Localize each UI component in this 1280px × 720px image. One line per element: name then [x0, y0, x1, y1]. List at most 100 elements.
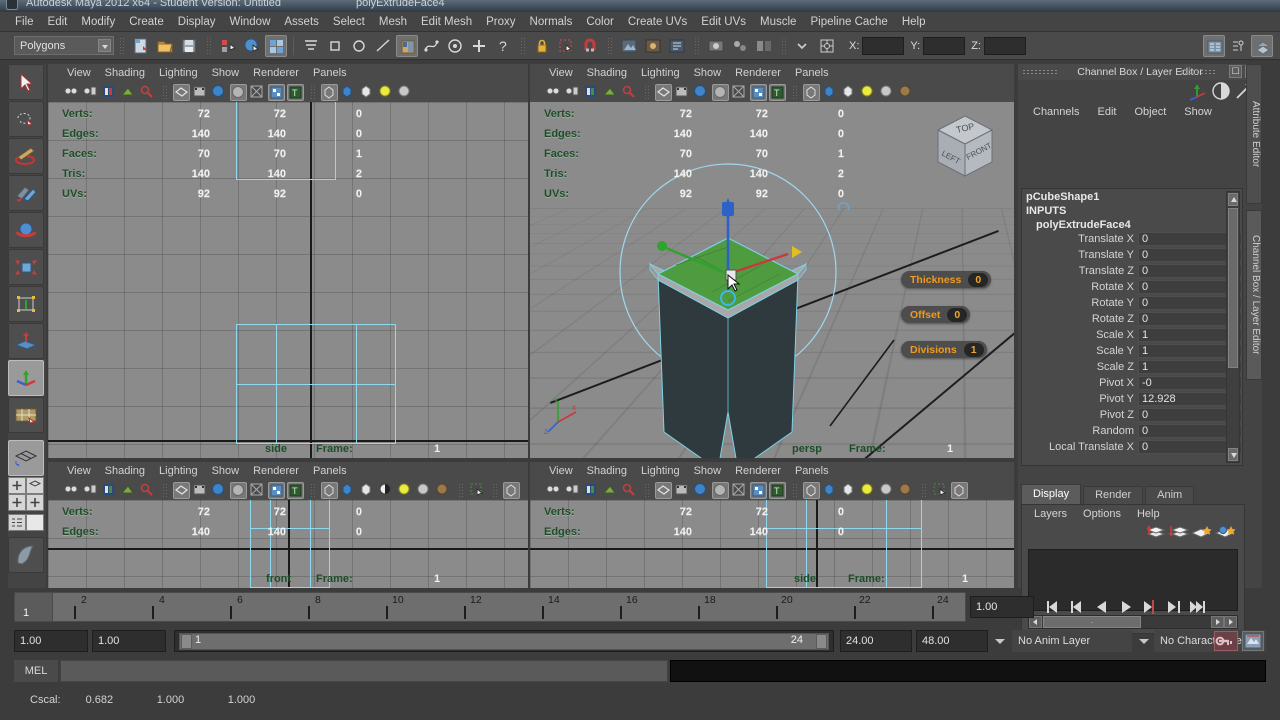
menu-normals[interactable]: Normals	[523, 13, 580, 31]
grid-toggle-icon[interactable]	[655, 481, 672, 499]
construction-plane-icon[interactable]	[396, 34, 418, 57]
wireframe-on-shaded-icon[interactable]	[230, 83, 247, 101]
isolate-select-2-icon[interactable]	[503, 481, 520, 499]
menu-edit[interactable]: Edit	[41, 13, 75, 31]
text-display-icon[interactable]: T	[287, 481, 304, 499]
render-view-icon[interactable]	[705, 35, 727, 57]
show-polygons-icon[interactable]	[822, 84, 839, 101]
text-display-icon[interactable]: T	[769, 83, 786, 101]
two-d-pan-zoom-icon[interactable]	[139, 482, 156, 499]
shadows-icon[interactable]	[898, 482, 915, 499]
shadows-icon[interactable]	[435, 482, 452, 499]
film-gate-icon[interactable]	[674, 84, 691, 101]
isolate-select-2-icon[interactable]	[951, 481, 968, 499]
smooth-shade-all-icon[interactable]	[211, 482, 228, 499]
xray-icon[interactable]	[249, 482, 266, 499]
ipr-render-icon[interactable]	[642, 35, 664, 57]
time-slider[interactable]: 1 2 4 6 8 10 12 14 16 18 20 22 24	[14, 592, 966, 622]
panel-menu-show[interactable]: Show	[687, 465, 729, 477]
create-empty-layer-icon[interactable]	[1190, 523, 1214, 541]
open-scene-icon[interactable]	[154, 35, 176, 57]
panel-menu-view[interactable]: View	[542, 67, 580, 79]
menu-modify[interactable]: Modify	[74, 13, 122, 31]
layer-menu-help[interactable]: Help	[1129, 508, 1168, 520]
range-handle-left[interactable]	[181, 634, 192, 649]
xray-icon[interactable]	[249, 84, 266, 101]
smooth-shade-all-icon[interactable]	[693, 482, 710, 499]
panel-grip[interactable]	[1180, 69, 1216, 75]
texture-display-icon[interactable]	[268, 83, 285, 101]
manip-divisions[interactable]: Divisions 1	[901, 341, 987, 358]
select-camera-icon[interactable]	[545, 482, 562, 499]
snap-to-planes-icon[interactable]	[372, 35, 394, 57]
panel-menu-view[interactable]: View	[60, 67, 98, 79]
select-marquee-icon[interactable]	[932, 482, 949, 499]
bookmark-icon[interactable]	[101, 84, 118, 101]
viewport-front[interactable]: View Shading Lighting Show Renderer Pane…	[48, 462, 528, 588]
wireframe-on-shaded-icon[interactable]	[712, 481, 729, 499]
snap-to-grids-icon[interactable]	[300, 35, 322, 57]
show-tool-settings-icon[interactable]	[1227, 35, 1249, 57]
render-settings-icon[interactable]	[666, 35, 688, 57]
channel-box-list[interactable]: pCubeShape1 INPUTS polyExtrudeFace4 Tran…	[1021, 188, 1243, 466]
xray-icon[interactable]	[731, 84, 748, 101]
viewport-canvas-front[interactable]: Verts: 72 72 0 Edges: 140 140 0 front Fr…	[48, 500, 528, 588]
tab-anim[interactable]: Anim	[1145, 486, 1195, 504]
camera-attributes-icon[interactable]	[82, 84, 99, 101]
paint-select-tool-button[interactable]	[8, 138, 44, 174]
layout-single-persp-button[interactable]	[8, 477, 26, 494]
panel-menu-shading[interactable]: Shading	[580, 67, 634, 79]
camera-attributes-icon[interactable]	[564, 482, 581, 499]
channel-menu-object[interactable]: Object	[1125, 106, 1175, 118]
image-plane-icon[interactable]	[602, 84, 619, 101]
command-output-field[interactable]	[670, 660, 1266, 682]
tab-render[interactable]: Render	[1083, 486, 1144, 504]
soft-modification-button[interactable]	[8, 323, 44, 359]
scrollbar-thumb[interactable]	[1228, 208, 1238, 368]
add-icon[interactable]	[468, 35, 490, 57]
menu-edit-uvs[interactable]: Edit UVs	[694, 13, 753, 31]
menu-window[interactable]: Window	[222, 13, 277, 31]
show-lights-icon[interactable]	[860, 482, 877, 499]
image-plane-icon[interactable]	[602, 482, 619, 499]
show-nurbs-icon[interactable]	[841, 482, 858, 499]
channel-menu-edit[interactable]: Edit	[1088, 106, 1125, 118]
absolute-transform-icon[interactable]	[816, 35, 838, 57]
menu-create[interactable]: Create	[122, 13, 171, 31]
history-icon[interactable]	[444, 35, 466, 57]
play-backwards-button[interactable]	[1091, 596, 1113, 618]
show-channel-box-icon[interactable]	[1251, 34, 1273, 57]
menu-mesh[interactable]: Mesh	[372, 13, 414, 31]
go-to-start-button[interactable]	[1043, 596, 1065, 618]
show-nurbs-icon[interactable]	[841, 84, 858, 101]
grid-toggle-icon[interactable]	[655, 83, 672, 101]
show-nurbs-icon[interactable]	[359, 84, 376, 101]
menu-pipeline-cache[interactable]: Pipeline Cache	[803, 13, 894, 31]
range-slider-track[interactable]	[179, 633, 829, 650]
two-d-pan-zoom-icon[interactable]	[139, 84, 156, 101]
panel-menu-renderer[interactable]: Renderer	[246, 465, 306, 477]
go-to-next-key-button[interactable]	[1187, 596, 1209, 618]
scroll-up-button[interactable]	[1228, 193, 1238, 206]
viewport-canvas-side-top[interactable]: Verts: 72 72 0 Edges: 140 140 0 Faces: 7…	[48, 102, 528, 458]
select-by-object-icon[interactable]	[241, 35, 263, 57]
layout-outliner-persp-button[interactable]	[8, 494, 26, 511]
default-light-icon[interactable]	[879, 84, 896, 101]
select-camera-icon[interactable]	[545, 84, 562, 101]
manip-thickness-value[interactable]: 0	[968, 272, 989, 287]
film-gate-icon[interactable]	[674, 482, 691, 499]
select-camera-icon[interactable]	[63, 84, 80, 101]
menuset-mode-selector[interactable]: Polygons	[14, 36, 114, 55]
camera-attributes-icon[interactable]	[82, 482, 99, 499]
move-tool-button[interactable]	[8, 175, 44, 211]
film-gate-icon[interactable]	[192, 482, 209, 499]
command-input-field[interactable]	[60, 660, 668, 682]
move-layer-up-icon[interactable]	[1146, 523, 1168, 541]
isolate-select-icon[interactable]	[321, 481, 338, 499]
panel-menu-lighting[interactable]: Lighting	[152, 67, 205, 79]
layout-blank-button[interactable]	[26, 514, 44, 531]
range-handle-right[interactable]	[816, 634, 827, 649]
wireframe-on-shaded-icon[interactable]	[712, 83, 729, 101]
viewport-side-bottom[interactable]: View Shading Lighting Show Renderer Pane…	[530, 462, 1014, 588]
menu-help[interactable]: Help	[895, 13, 933, 31]
